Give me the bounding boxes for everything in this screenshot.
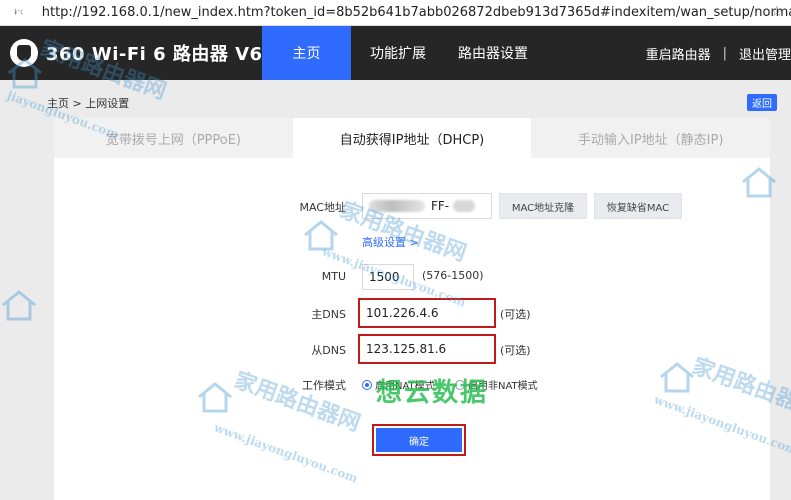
breadcrumb-current: 上网设置 — [85, 97, 130, 110]
brand-title: 360 Wi-Fi 6 路由器 V6G — [46, 44, 278, 65]
nav-right-actions: 重启路由器 | 退出管理 — [646, 26, 791, 80]
nav-tab-extensions[interactable]: 功能扩展 — [362, 26, 434, 80]
nav-tab-home[interactable]: 主页 — [262, 26, 351, 80]
radio-nat-label: 启用NAT模式 — [375, 381, 435, 392]
radio-non-nat-label: 启用非NAT模式 — [468, 381, 538, 392]
mac-address-field[interactable]: FF- — [362, 193, 492, 219]
radio-unselected-icon[interactable] — [455, 379, 465, 390]
radio-nat-mode[interactable]: 启用NAT模式 — [362, 377, 435, 392]
tab-dhcp[interactable]: 自动获得IP地址（DHCP) — [292, 118, 532, 158]
primary-dns-optional-hint: (可选) — [500, 308, 531, 321]
url-text[interactable]: http://192.168.0.1/new_index.htm?token_i… — [42, 5, 791, 20]
logout-link[interactable]: 退出管理 — [739, 44, 791, 63]
radio-selected-icon[interactable] — [362, 379, 372, 390]
breadcrumb-separator: > — [72, 97, 82, 110]
back-button[interactable]: 返回 — [747, 94, 777, 111]
reboot-router-link[interactable]: 重启路由器 — [646, 44, 711, 63]
brand-logo-icon — [10, 39, 38, 67]
bookmark-star-icon[interactable]: ☆ — [770, 4, 783, 20]
top-nav: 360 Wi-Fi 6 路由器 V6G 主页 功能扩展 路由器设置 重启路由器 … — [0, 26, 791, 80]
nav-tab-router-settings[interactable]: 路由器设置 — [448, 26, 538, 80]
confirm-button[interactable]: 确定 — [376, 428, 462, 452]
mtu-input[interactable]: 1500 — [362, 264, 414, 290]
nav-separator: | — [722, 45, 727, 61]
breadcrumb-home[interactable]: 主页 — [47, 97, 69, 110]
breadcrumb: 主页 > 上网设置 — [47, 95, 129, 111]
secondary-dns-input[interactable]: 123.125.81.6 — [358, 334, 496, 364]
tab-static-ip[interactable]: 手动输入IP地址（静态IP) — [531, 118, 771, 158]
mac-redacted-tail — [453, 200, 476, 212]
secondary-dns-optional-hint: (可选) — [500, 344, 531, 357]
restore-default-mac-button[interactable]: 恢复缺省MAC — [594, 193, 682, 219]
mac-address-label: MAC地址 — [299, 201, 346, 214]
primary-dns-label: 主DNS — [311, 308, 346, 321]
tab-pppoe[interactable]: 宽带拨号上网（PPPoE) — [54, 118, 293, 158]
mtu-range-hint: (576-1500) — [422, 269, 484, 282]
advanced-settings-link[interactable]: 高级设置 > — [362, 234, 419, 250]
mac-clone-button[interactable]: MAC地址克隆 — [499, 193, 587, 219]
mac-address-value: FF- — [431, 199, 450, 213]
confirm-highlight-box: 确定 — [372, 424, 466, 456]
secondary-dns-label: 从DNS — [311, 344, 346, 357]
wan-mode-tabs: 宽带拨号上网（PPPoE) 自动获得IP地址（DHCP) 手动输入IP地址（静态… — [54, 118, 771, 158]
browser-address-bar: ℹ✕ http://192.168.0.1/new_index.htm?toke… — [0, 0, 791, 26]
radio-non-nat-mode[interactable]: 启用非NAT模式 — [455, 377, 538, 392]
primary-dns-input[interactable]: 101.226.4.6 — [358, 298, 496, 328]
mtu-label: MTU — [321, 270, 346, 283]
mac-redacted-segment — [369, 200, 425, 212]
work-mode-label: 工作模式 — [302, 379, 346, 392]
